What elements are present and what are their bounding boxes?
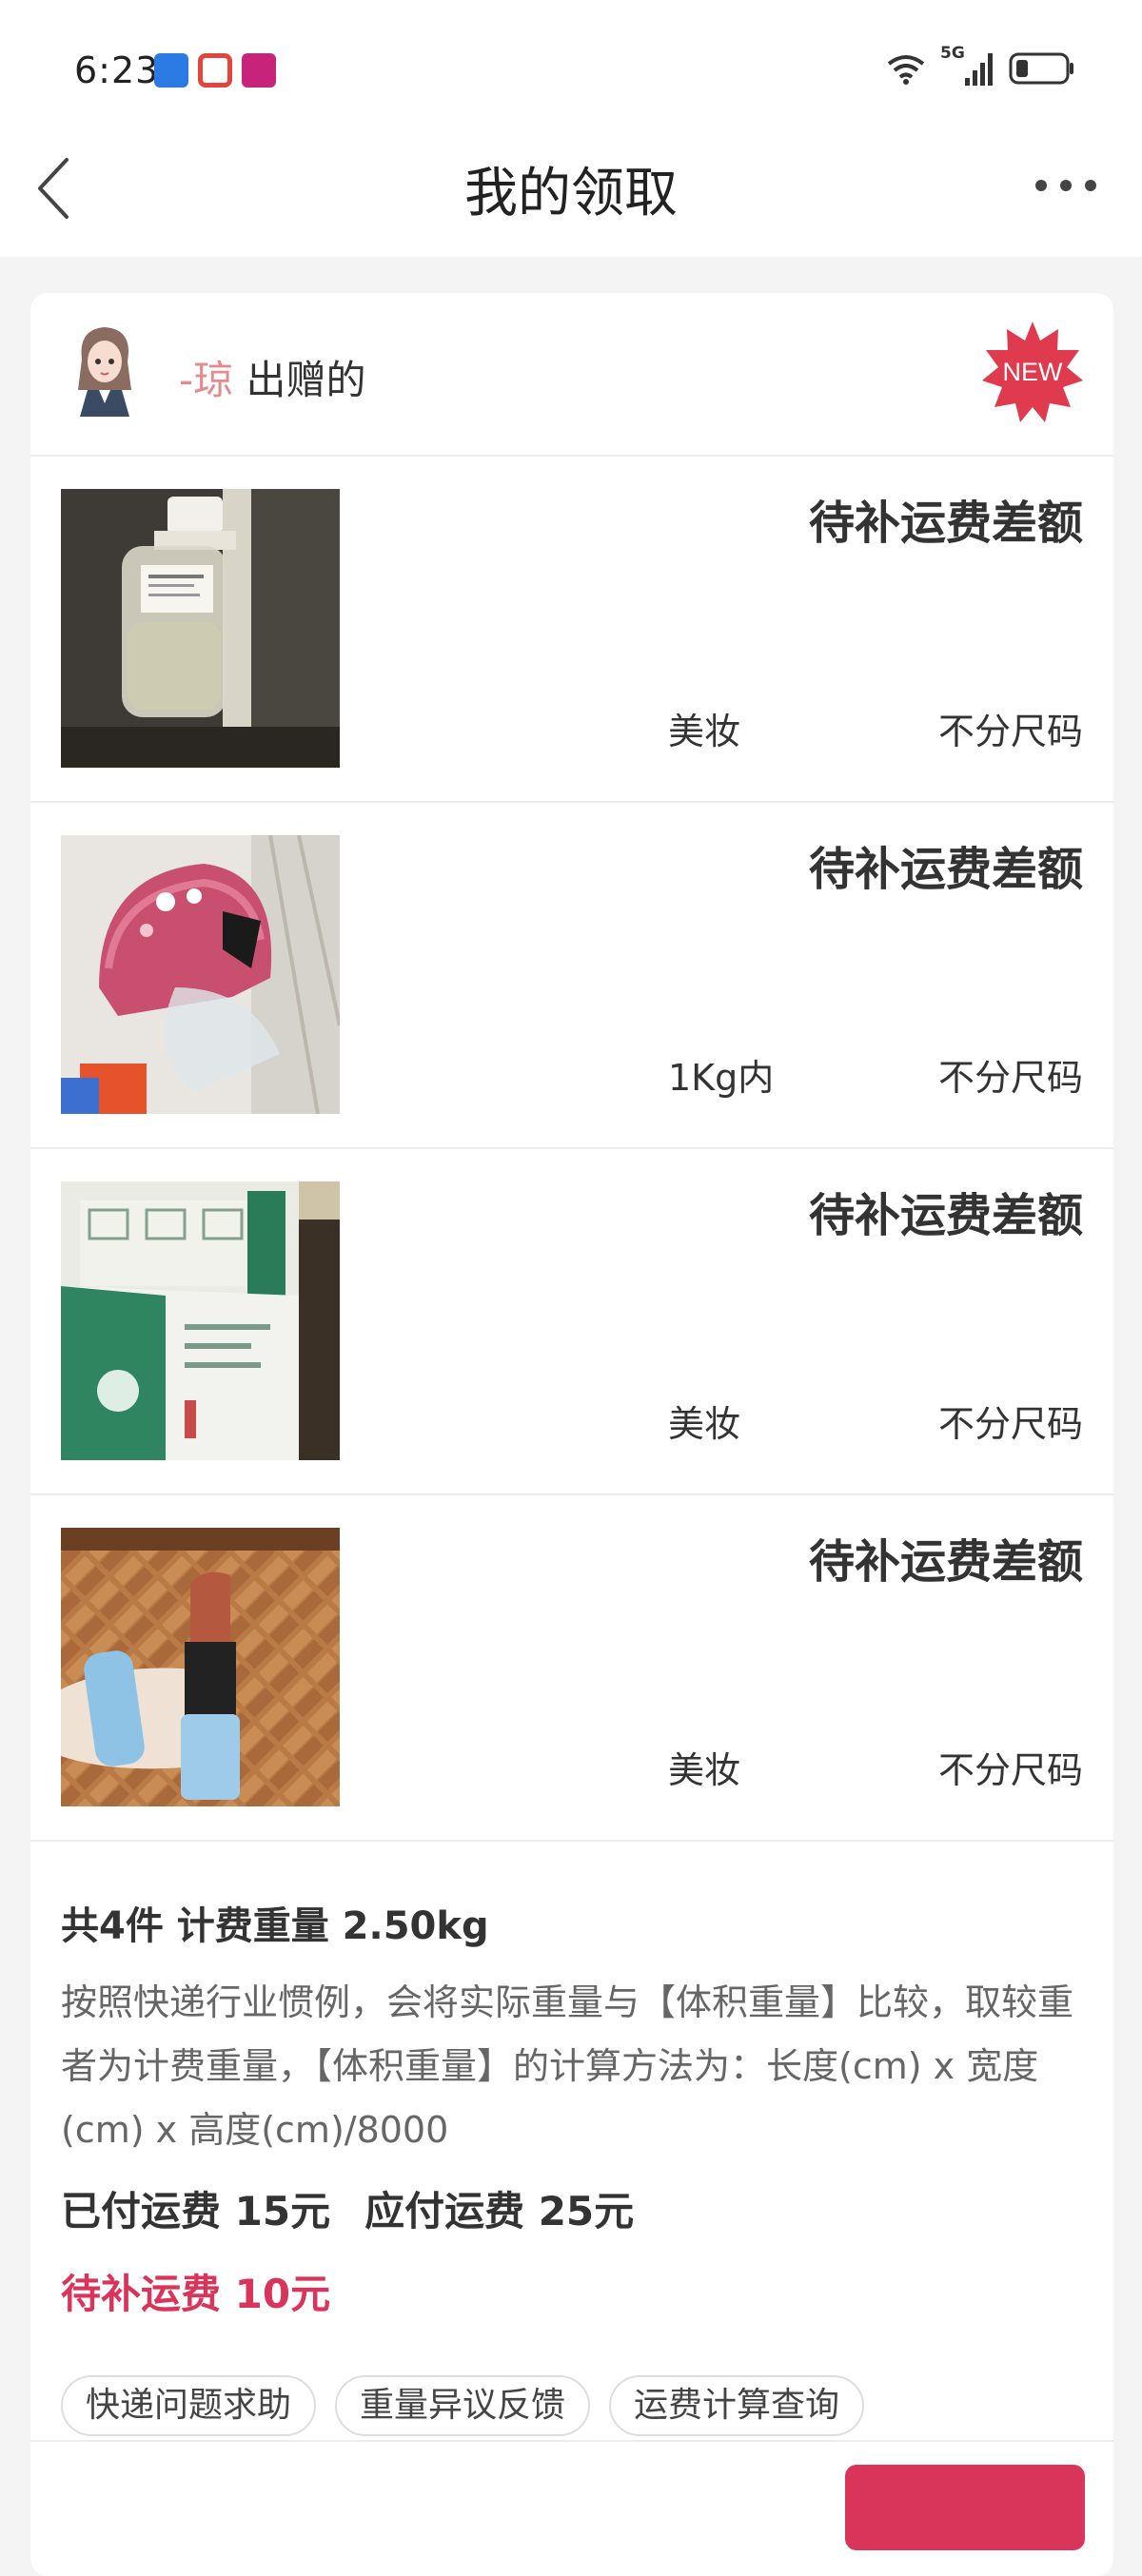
item-size: 不分尺码 <box>937 1057 1083 1099</box>
paid-fee: 已付运费 15元 <box>61 2188 331 2234</box>
avatar[interactable] <box>65 322 145 417</box>
fee-calculator-button[interactable]: 运费计算查询 <box>609 2375 865 2436</box>
app-notification-icon <box>242 53 276 88</box>
status-bar: 6:23 5G <box>0 0 1142 124</box>
cellular-signal-icon: 5G <box>940 44 995 88</box>
weight-rule-note: 按照快递行业惯例，会将实际重量与【体积重量】比较，取较重者为计费重量，【体积重量… <box>61 1981 1074 2151</box>
item-status: 待补运费差额 <box>808 1535 1083 1589</box>
weight-dispute-button[interactable]: 重量异议反馈 <box>335 2375 591 2436</box>
list-item[interactable]: 待补运费差额 美妆 不分尺码 <box>30 457 1113 803</box>
app-notification-icon <box>154 53 188 88</box>
status-indicators: 5G <box>885 44 1075 88</box>
page-title: 我的领取 <box>464 163 678 224</box>
list-item[interactable]: 待补运费差额 1Kg内 不分尺码 <box>30 803 1113 1149</box>
item-category: 美妆 <box>668 1749 741 1791</box>
divider <box>30 2440 1113 2442</box>
giver-suffix: 出赠的 <box>246 357 366 403</box>
item-category: 1Kg内 <box>668 1057 775 1099</box>
item-size: 不分尺码 <box>937 1749 1083 1791</box>
due-fee: 待补运费 10元 <box>61 2271 331 2317</box>
product-image[interactable] <box>61 1528 340 1806</box>
status-time: 6:23 <box>74 49 160 91</box>
giver-header[interactable]: -琼 出赠的 NEW <box>30 293 1113 457</box>
giver-nickname[interactable]: -琼 <box>179 357 233 403</box>
list-item[interactable]: 待补运费差额 美妆 不分尺码 <box>30 1149 1113 1495</box>
battery-icon <box>1009 52 1073 85</box>
item-status: 待补运费差额 <box>808 843 1083 896</box>
giver-name: -琼 出赠的 <box>179 348 366 406</box>
status-app-icons <box>154 53 276 88</box>
item-category: 美妆 <box>668 1403 741 1445</box>
list-item[interactable]: 待补运费差额 美妆 不分尺码 <box>30 1495 1113 1842</box>
nav-bar: 我的领取 <box>0 124 1142 257</box>
pay-difference-button[interactable] <box>845 2465 1085 2550</box>
product-image[interactable] <box>61 1181 340 1460</box>
product-image[interactable] <box>61 489 340 768</box>
more-options-icon[interactable] <box>1028 162 1104 209</box>
shipping-summary: 共4件 计费重量 2.50kg 按照快递行业惯例，会将实际重量与【体积重量】比较… <box>30 1842 1113 2436</box>
summary-title: 共4件 计费重量 2.50kg <box>61 1904 489 1948</box>
item-status: 待补运费差额 <box>808 1189 1083 1242</box>
shipping-help-button[interactable]: 快递问题求助 <box>61 2375 317 2436</box>
product-image[interactable] <box>61 835 340 1114</box>
item-status: 待补运费差额 <box>808 497 1083 550</box>
app-notification-icon <box>198 53 232 88</box>
wifi-icon <box>887 55 925 85</box>
item-size: 不分尺码 <box>937 1403 1083 1445</box>
help-actions: 快递问题求助 重量异议反馈 运费计算查询 <box>61 2375 1083 2436</box>
item-category: 美妆 <box>668 711 741 752</box>
order-card: -琼 出赠的 NEW 待补运费差额 美妆 不分尺码 待补运费差额 1Kg内 不分… <box>30 293 1113 2576</box>
fee-line: 已付运费 15元 应付运费 25元 <box>61 2179 1083 2237</box>
item-size: 不分尺码 <box>937 711 1083 752</box>
new-badge-label: NEW <box>1002 357 1063 386</box>
payable-fee: 应付运费 25元 <box>364 2188 635 2234</box>
